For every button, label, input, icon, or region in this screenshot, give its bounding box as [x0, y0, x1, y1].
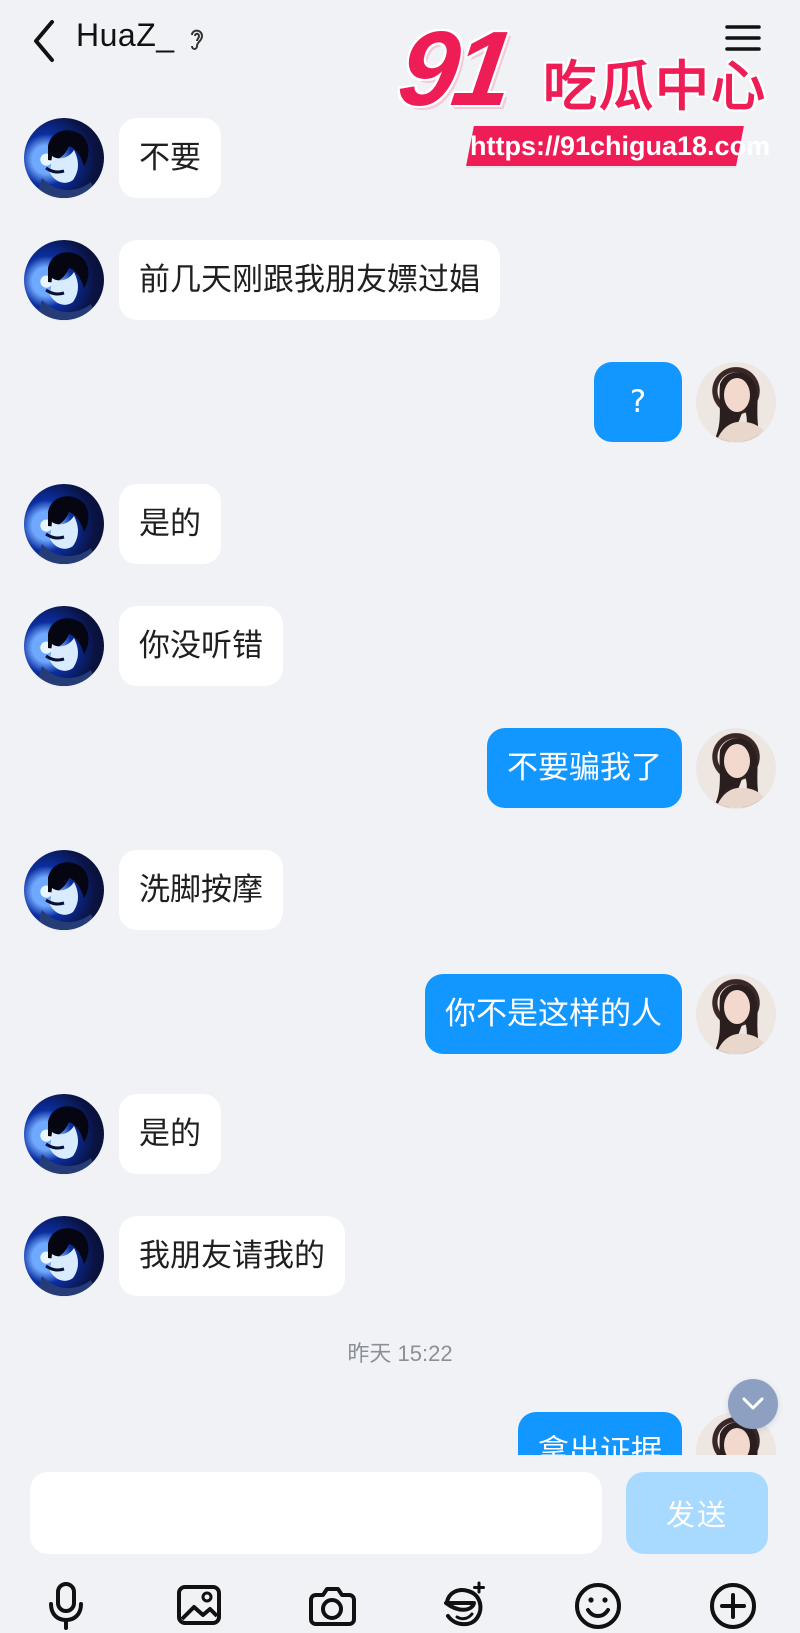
outgoing-message-bubble[interactable]: 不要骗我了	[487, 728, 682, 808]
image-icon[interactable]	[172, 1580, 226, 1632]
anime-boy-avatar-icon	[36, 862, 97, 930]
user-avatar[interactable]	[696, 728, 776, 808]
woman-photo-avatar-icon	[713, 984, 770, 1054]
message-composer: 发送	[0, 1455, 800, 1633]
outgoing-message-bubble[interactable]: 你不是这样的人	[425, 974, 682, 1054]
message-row-incoming: 是的	[0, 1094, 800, 1174]
message-row-incoming: 是的	[0, 484, 800, 564]
contact-avatar[interactable]	[24, 1216, 104, 1296]
camera-icon[interactable]	[305, 1580, 359, 1632]
chat-screen: 不要 前几天刚跟我朋友嫖过娼 ? 是的 你没听错 不要骗我了 洗脚按摩 你不是这…	[0, 0, 800, 1633]
message-row-incoming: 不要	[0, 118, 800, 198]
emoji-sticker-icon[interactable]	[437, 1580, 491, 1632]
anime-boy-avatar-icon	[36, 496, 97, 564]
contact-avatar[interactable]	[24, 240, 104, 320]
chat-title[interactable]: HuaZ_	[76, 17, 175, 54]
message-row-outgoing: ?	[0, 362, 800, 442]
ear-icon[interactable]	[187, 25, 207, 53]
microphone-icon[interactable]	[39, 1580, 93, 1632]
contact-avatar[interactable]	[24, 850, 104, 930]
anime-boy-avatar-icon	[36, 130, 97, 198]
message-list[interactable]: 不要 前几天刚跟我朋友嫖过娼 ? 是的 你没听错 不要骗我了 洗脚按摩 你不是这…	[0, 0, 800, 1460]
outgoing-message-bubble[interactable]: ?	[594, 362, 682, 442]
user-avatar[interactable]	[696, 362, 776, 442]
anime-boy-avatar-icon	[36, 618, 97, 686]
menu-icon[interactable]	[723, 20, 763, 56]
contact-avatar[interactable]	[24, 606, 104, 686]
incoming-message-bubble[interactable]: 前几天刚跟我朋友嫖过娼	[119, 240, 500, 320]
anime-boy-avatar-icon	[36, 1106, 97, 1174]
incoming-message-bubble[interactable]: 不要	[119, 118, 221, 198]
plus-icon[interactable]	[706, 1580, 760, 1632]
incoming-message-bubble[interactable]: 洗脚按摩	[119, 850, 283, 930]
message-row-incoming: 前几天刚跟我朋友嫖过娼	[0, 240, 800, 320]
woman-photo-avatar-icon	[713, 372, 770, 442]
contact-avatar[interactable]	[24, 1094, 104, 1174]
composer-toolbar	[0, 1580, 800, 1633]
send-button[interactable]: 发送	[626, 1472, 768, 1554]
message-row-outgoing: 你不是这样的人	[0, 974, 800, 1054]
message-row-incoming: 我朋友请我的	[0, 1216, 800, 1296]
woman-photo-avatar-icon	[713, 738, 770, 808]
message-row-incoming: 你没听错	[0, 606, 800, 686]
incoming-message-bubble[interactable]: 你没听错	[119, 606, 283, 686]
user-avatar[interactable]	[696, 974, 776, 1054]
chat-header: HuaZ_	[0, 0, 800, 82]
scroll-to-bottom-button[interactable]	[728, 1379, 778, 1429]
incoming-message-bubble[interactable]: 是的	[119, 484, 221, 564]
message-row-outgoing: 不要骗我了	[0, 728, 800, 808]
outgoing-message-bubble[interactable]: 拿出证据	[518, 1412, 682, 1460]
incoming-message-bubble[interactable]: 我朋友请我的	[119, 1216, 345, 1296]
incoming-message-bubble[interactable]: 是的	[119, 1094, 221, 1174]
message-input[interactable]	[30, 1472, 602, 1554]
anime-boy-avatar-icon	[36, 1228, 97, 1296]
message-row-outgoing-partial: 拿出证据	[0, 1412, 800, 1460]
smile-icon[interactable]	[571, 1580, 625, 1632]
chevron-down-icon	[742, 1397, 764, 1410]
anime-boy-avatar-icon	[36, 252, 97, 320]
chevron-left-icon[interactable]	[28, 18, 60, 64]
contact-avatar[interactable]	[24, 118, 104, 198]
message-timestamp: 昨天 15:22	[347, 1341, 453, 1366]
message-row-incoming: 洗脚按摩	[0, 850, 800, 930]
contact-avatar[interactable]	[24, 484, 104, 564]
